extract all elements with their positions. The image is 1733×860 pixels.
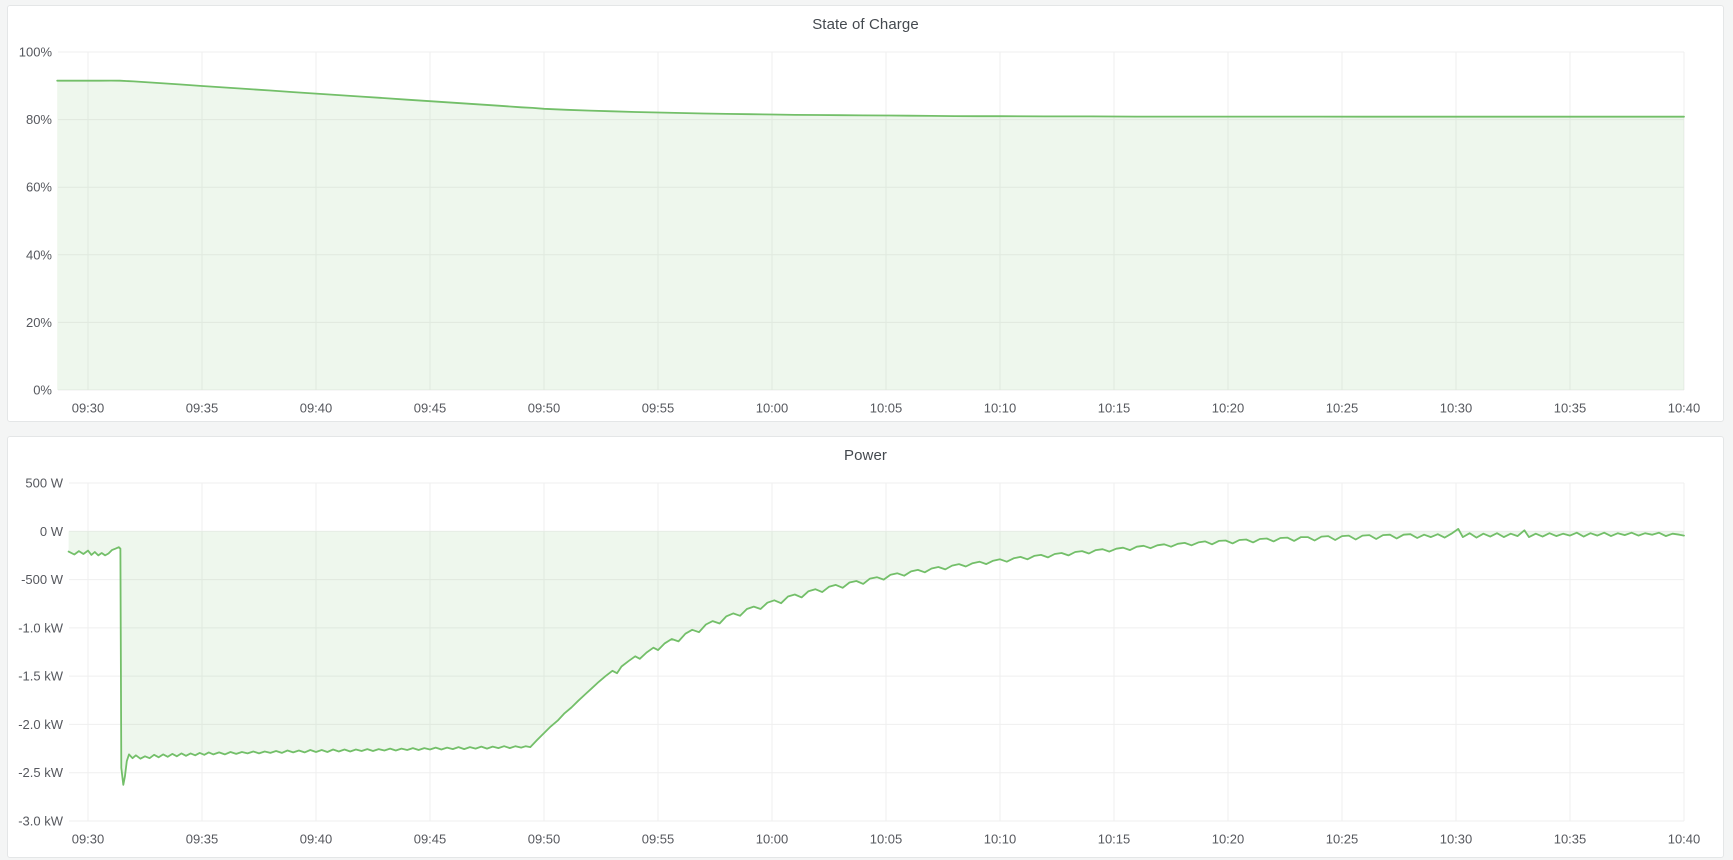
panel-state-of-charge: State of Charge 100%80%60%40%20%0%09:300… [7,5,1724,422]
x-tick-label: 10:15 [1098,401,1131,416]
y-tick-label: -1.0 kW [18,620,64,635]
x-tick-label: 10:05 [870,832,903,847]
x-tick-label: 10:25 [1326,401,1359,416]
y-tick-label: -1.5 kW [18,669,64,684]
x-tick-label: 10:30 [1440,401,1473,416]
x-tick-label: 09:55 [642,832,675,847]
series-fill [57,81,1684,390]
x-tick-label: 09:35 [186,832,219,847]
x-tick-label: 09:50 [528,401,561,416]
x-tick-label: 09:45 [414,832,447,847]
x-tick-label: 10:40 [1668,832,1701,847]
x-tick-label: 09:30 [72,401,105,416]
x-tick-label: 09:40 [300,832,333,847]
y-tick-label: 100% [19,45,53,60]
x-tick-label: 09:45 [414,401,447,416]
x-tick-label: 09:40 [300,401,333,416]
dashboard: State of Charge 100%80%60%40%20%0%09:300… [0,0,1733,860]
x-tick-label: 10:20 [1212,832,1245,847]
x-tick-label: 09:55 [642,401,675,416]
x-tick-label: 10:40 [1668,401,1701,416]
x-tick-label: 09:35 [186,401,219,416]
y-tick-label: 0 W [40,524,64,539]
x-tick-label: 10:30 [1440,832,1473,847]
soc-chart: 100% 80% 60% 40% 20% 0% 09:30 09:35 09:40 09:45 09… [8,6,1723,421]
y-tick-label: -500 W [21,572,64,587]
x-tick-label: 10:10 [984,401,1017,416]
x-tick-label: 10:35 [1554,832,1587,847]
y-tick-label: 20% [26,315,52,330]
y-tick-label: 60% [26,180,52,195]
x-tick-label: 10:00 [756,401,789,416]
x-tick-label: 09:30 [72,832,105,847]
x-tick-label: 10:35 [1554,401,1587,416]
y-tick-label: 80% [26,112,52,127]
x-tick-label: 09:50 [528,832,561,847]
x-tick-label: 10:25 [1326,832,1359,847]
series-fill [69,529,1684,785]
y-tick-label: -3.0 kW [18,814,64,829]
x-tick-label: 10:05 [870,401,903,416]
x-tick-label: 10:10 [984,832,1017,847]
y-tick-label: 0% [33,383,52,398]
panel-power: Power 500 W0 W-500 W-1.0 kW-1.5 kW-2.0 k… [7,436,1724,858]
y-tick-label: -2.5 kW [18,765,64,780]
x-tick-label: 10:20 [1212,401,1245,416]
power-chart: 500 W 0 W -500 W -1.0 kW -1.5 kW -2.0 kW -2.5 … [8,437,1723,857]
y-tick-label: 40% [26,247,52,262]
y-tick-label: 500 W [25,476,63,491]
x-tick-label: 10:00 [756,832,789,847]
y-tick-label: -2.0 kW [18,717,64,732]
x-tick-label: 10:15 [1098,832,1131,847]
